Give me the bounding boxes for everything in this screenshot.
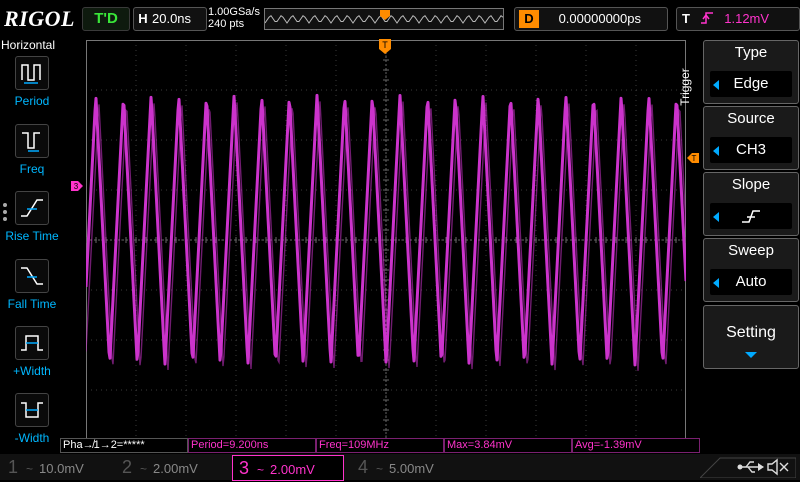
menu-sweep-button[interactable]: Sweep Auto <box>703 238 799 302</box>
left-arrow-icon <box>713 146 719 156</box>
run-status-badge[interactable]: T'D <box>82 7 130 31</box>
ac-coupling-icon: ~ <box>26 462 34 476</box>
measure-freq-value[interactable]: Freq=109MHz <box>316 438 444 453</box>
menu-slope-value <box>710 203 792 229</box>
fall-time-label: Fall Time <box>7 297 57 311</box>
channel-2-status[interactable]: 2 ~2.00mV <box>116 454 222 480</box>
channel-4-status[interactable]: 4 ~5.00mV <box>352 454 458 480</box>
channel-4-number: 4 <box>357 457 368 477</box>
menu-sweep-title: Sweep <box>728 242 774 259</box>
positive-width-icon <box>15 326 49 360</box>
trigger-status-box[interactable]: T 1.12mV <box>676 7 800 31</box>
waveform-overview[interactable] <box>264 8 504 30</box>
brand-logo: RIGOL <box>4 6 75 31</box>
channel-3-scale: 2.00mV <box>270 462 315 477</box>
channel-1-scale: 10.0mV <box>39 461 84 476</box>
sample-rate: 1.00GSa/s <box>208 6 260 18</box>
fall-time-icon <box>15 259 49 293</box>
ac-coupling-icon: ~ <box>376 462 384 476</box>
channel-1-number: 1 <box>7 457 18 477</box>
horizontal-key: H <box>138 11 148 26</box>
freq-label: Freq <box>19 162 45 176</box>
rise-time-label: Rise Time <box>5 229 59 243</box>
trigger-level-marker[interactable]: T <box>686 152 700 164</box>
measure-max-value[interactable]: Max=3.84mV <box>444 438 572 453</box>
trigger-marker-label: T <box>382 40 388 50</box>
speaker-muted-icon <box>767 458 789 476</box>
rising-edge-icon <box>700 12 713 24</box>
left-arrow-icon <box>713 80 719 90</box>
menu-source-title: Source <box>727 110 775 127</box>
menu-setting-button[interactable]: Setting <box>703 305 799 369</box>
measure-fall-time[interactable]: Fall Time <box>3 259 61 321</box>
chevron-down-icon <box>745 352 757 358</box>
sample-info: 1.00GSa/s 240 pts <box>208 6 260 30</box>
menu-type-button[interactable]: Type Edge <box>703 40 799 104</box>
menu-source-value: CH3 <box>710 137 792 163</box>
ac-coupling-icon: ~ <box>257 463 265 477</box>
channel-4-scale: 5.00mV <box>389 461 434 476</box>
menu-slope-title: Slope <box>731 176 771 193</box>
menu-source-button[interactable]: Source CH3 <box>703 106 799 170</box>
menu-type-title: Type <box>734 44 768 61</box>
usb-icon <box>737 461 764 473</box>
channel-3-number: 3 <box>238 458 249 478</box>
delay-box[interactable]: D 0.00000000ps <box>514 7 668 31</box>
trigger-level: 1.12mV <box>724 11 770 26</box>
trigger-position-marker[interactable]: T <box>378 38 392 58</box>
menu-sweep-value: Auto <box>710 269 792 295</box>
menu-slope-button[interactable]: Slope <box>703 172 799 236</box>
trigger-level-marker-label: T <box>692 154 697 163</box>
measure-period[interactable]: Period <box>3 56 61 118</box>
period-label: Period <box>14 94 50 108</box>
negative-width-icon <box>15 393 49 427</box>
system-icons <box>700 457 796 478</box>
channel-2-scale: 2.00mV <box>153 461 198 476</box>
positive-width-label: +Width <box>13 364 51 378</box>
overview-wave <box>264 10 504 24</box>
trigger-key: T <box>682 11 690 26</box>
measure-phase-value[interactable]: Pha↛1→2=***** <box>60 438 188 453</box>
ac-coupling-icon: ~ <box>140 462 148 476</box>
rise-time-icon <box>15 191 49 225</box>
panel-title: Horizontal <box>1 38 56 52</box>
measure-freq[interactable]: Freq <box>3 124 61 186</box>
freq-icon <box>15 124 49 158</box>
left-arrow-icon <box>713 212 719 222</box>
waveform-display[interactable] <box>86 40 686 440</box>
channel-1-status[interactable]: 1 ~10.0mV <box>2 454 108 480</box>
timebase-value: 20.0ns <box>152 11 192 26</box>
horizontal-timebase[interactable]: H 20.0ns <box>133 7 207 31</box>
setting-label: Setting <box>726 324 776 341</box>
channel-2-number: 2 <box>121 457 132 477</box>
delay-key: D <box>519 10 539 28</box>
menu-type-value: Edge <box>710 71 792 97</box>
menu-title: Trigger <box>678 40 704 140</box>
left-arrow-icon <box>713 278 719 288</box>
measure-period-value[interactable]: Period=9.200ns <box>188 438 316 453</box>
measurement-bar: Pha↛1→2=***** Period=9.200ns Freq=109MHz… <box>60 438 700 453</box>
delay-value: 0.00000000ps <box>558 11 641 26</box>
measure-negative-width[interactable]: -Width <box>3 393 61 455</box>
rising-slope-icon <box>742 210 760 223</box>
negative-width-label: -Width <box>14 431 50 445</box>
menu-title-text: Trigger <box>677 68 692 106</box>
memory-depth: 240 pts <box>208 18 245 30</box>
ch3-marker-label: 3 <box>74 182 79 191</box>
measure-avg-value[interactable]: Avg=-1.39mV <box>572 438 700 453</box>
graticule <box>86 40 686 440</box>
ch3-ground-marker[interactable]: 3 <box>70 180 84 192</box>
measure-rise-time[interactable]: Rise Time <box>3 191 61 253</box>
measure-positive-width[interactable]: +Width <box>3 326 61 388</box>
channel-3-status[interactable]: 3 ~2.00mV <box>232 455 344 481</box>
period-icon <box>15 56 49 90</box>
